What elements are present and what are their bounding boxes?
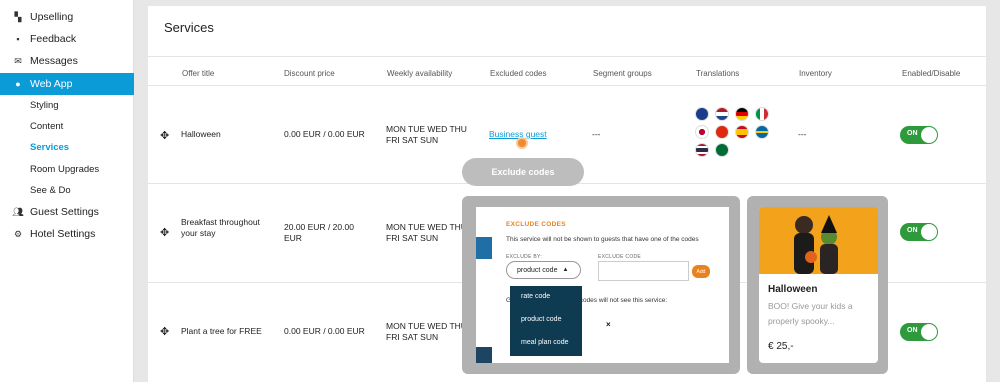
table-header: Offer title Discount price Weekly availa… — [148, 56, 986, 86]
mail-icon: ✉ — [14, 55, 22, 66]
sidebar-item-feedback[interactable]: ▪ Feedback — [0, 28, 134, 50]
column-header: Segment groups — [593, 69, 652, 78]
exclude-by-label: EXCLUDE BY: — [506, 254, 543, 260]
toggle-knob — [921, 324, 937, 340]
exclude-code-label: EXCLUDE CODE — [598, 254, 642, 260]
toggle-label: ON — [907, 327, 918, 334]
sidebar-item-label: Web App — [30, 78, 73, 90]
offer-title: Breakfast throughout your stay — [181, 217, 260, 238]
drag-handle-icon[interactable]: ✥ — [160, 226, 169, 239]
add-button[interactable]: Add — [692, 265, 710, 278]
column-header: Enabled/Disable — [902, 69, 961, 78]
user-circle-icon: ● — [15, 79, 21, 89]
dashboard-icon: ▚ — [14, 11, 22, 22]
enable-toggle[interactable]: ON — [900, 323, 938, 341]
sidebar: ▚ Upselling ▪ Feedback ✉ Messages ● Web App … — [0, 0, 134, 382]
enable-toggle[interactable]: ON — [900, 223, 938, 241]
modal-title: EXCLUDE CODES — [506, 221, 566, 228]
flag-sa-icon — [715, 143, 729, 157]
flag-it-icon — [755, 107, 769, 121]
exclude-by-select[interactable]: product code ▲ — [506, 261, 581, 279]
dropdown-option[interactable]: product code — [521, 316, 561, 323]
drag-handle-icon[interactable]: ✥ — [160, 129, 169, 142]
promo-description: BOO! Give your kids a properly spooky... — [768, 301, 853, 326]
select-value: product code — [517, 266, 558, 274]
segment-groups: --- — [592, 129, 601, 139]
sidebar-item-label: Services — [30, 141, 70, 153]
dropdown-option[interactable]: rate code — [521, 293, 550, 300]
exclude-code-input[interactable] — [598, 261, 689, 281]
sidebar-item-label: Styling — [30, 99, 59, 111]
toggle-knob — [921, 127, 937, 143]
modal-description: This service will not be shown to guests… — [506, 236, 699, 243]
sidebar-item-content[interactable]: Content — [0, 115, 134, 137]
flag-es-icon — [735, 125, 749, 139]
column-header: Offer title — [182, 69, 215, 78]
promo-price: € 25,- — [768, 341, 794, 352]
weekly-availability: MON TUE WED THU FRI SAT SUN — [386, 124, 467, 145]
sidebar-item-web-app[interactable]: ● Web App — [0, 73, 134, 95]
sidebar-item-label: Content — [30, 120, 64, 132]
sidebar-item-label: Upselling — [30, 11, 74, 23]
sidebar-item-label: Hotel Settings — [30, 228, 96, 240]
sidebar-item-guest-settings[interactable]: 👥︎ Guest Settings — [0, 201, 134, 223]
flag-nl-icon — [715, 107, 729, 121]
sidebar-item-label: Room Upgrades — [30, 163, 100, 175]
discount-price: 0.00 EUR / 0.00 EUR — [284, 129, 365, 139]
sidebar-item-label: Feedback — [30, 33, 77, 45]
sidebar-item-see-do[interactable]: See & Do — [0, 179, 134, 201]
gear-icon: ⚙ — [13, 228, 23, 239]
discount-price: 0.00 EUR / 0.00 EUR — [284, 326, 365, 336]
promo-card[interactable]: Halloween BOO! Give your kids a properly… — [759, 207, 878, 363]
flag-th-icon — [695, 143, 709, 157]
toggle-label: ON — [907, 130, 918, 137]
halloween-illustration — [759, 207, 878, 274]
sidebar-item-label: Messages — [30, 55, 78, 67]
exclude-by-dropdown: rate code product code meal plan code — [510, 286, 582, 356]
weekly-availability: MON TUE WED THU FRI SAT SUN — [386, 222, 467, 243]
offer-title: Halloween — [181, 129, 221, 139]
preview-panel — [476, 207, 492, 363]
sidebar-item-messages[interactable]: ✉ Messages — [0, 50, 134, 72]
promo-title: Halloween — [768, 284, 818, 295]
offer-title: Plant a tree for FREE — [181, 326, 262, 336]
column-header: Discount price — [284, 69, 335, 78]
excluded-code-link[interactable]: Business guest — [489, 129, 547, 140]
chevron-up-icon: ▲ — [562, 267, 569, 273]
enable-toggle[interactable]: ON — [900, 126, 938, 144]
column-header: Translations — [696, 69, 740, 78]
flag-cn-icon — [715, 125, 729, 139]
exclude-codes-button[interactable]: Exclude codes — [462, 158, 584, 186]
flag-se-icon — [755, 125, 769, 139]
sidebar-item-label: See & Do — [30, 184, 71, 196]
remove-code-icon[interactable]: × — [606, 320, 611, 329]
inventory: --- — [798, 129, 807, 139]
sidebar-item-label: Guest Settings — [30, 206, 99, 218]
toggle-label: ON — [907, 227, 918, 234]
preview-footer — [476, 347, 492, 363]
dropdown-option[interactable]: meal plan code — [521, 339, 568, 346]
feedback-icon: ▪ — [16, 34, 20, 44]
sidebar-item-upselling[interactable]: ▚ Upselling — [0, 6, 134, 28]
weekly-availability: MON TUE WED THU FRI SAT SUN — [386, 321, 467, 342]
flag-jp-icon — [695, 125, 709, 139]
flag-de-icon — [735, 107, 749, 121]
cursor-indicator — [518, 139, 526, 147]
column-header: Inventory — [799, 69, 832, 78]
sidebar-item-services[interactable]: Services — [0, 136, 134, 158]
drag-handle-icon[interactable]: ✥ — [160, 325, 169, 338]
page-title: Services — [164, 20, 214, 35]
sidebar-item-hotel-settings[interactable]: ⚙ Hotel Settings — [0, 223, 134, 245]
column-header: Weekly availability — [387, 69, 453, 78]
users-icon: 👥︎ — [12, 206, 24, 217]
preview-highlight — [476, 237, 492, 259]
sidebar-item-room-upgrades[interactable]: Room Upgrades — [0, 158, 134, 180]
discount-price: 20.00 EUR / 20.00 EUR — [284, 222, 354, 243]
column-header: Excluded codes — [490, 69, 547, 78]
promo-image — [759, 207, 878, 274]
toggle-knob — [921, 224, 937, 240]
flag-uk-icon — [695, 107, 709, 121]
sidebar-item-styling[interactable]: Styling — [0, 94, 134, 116]
